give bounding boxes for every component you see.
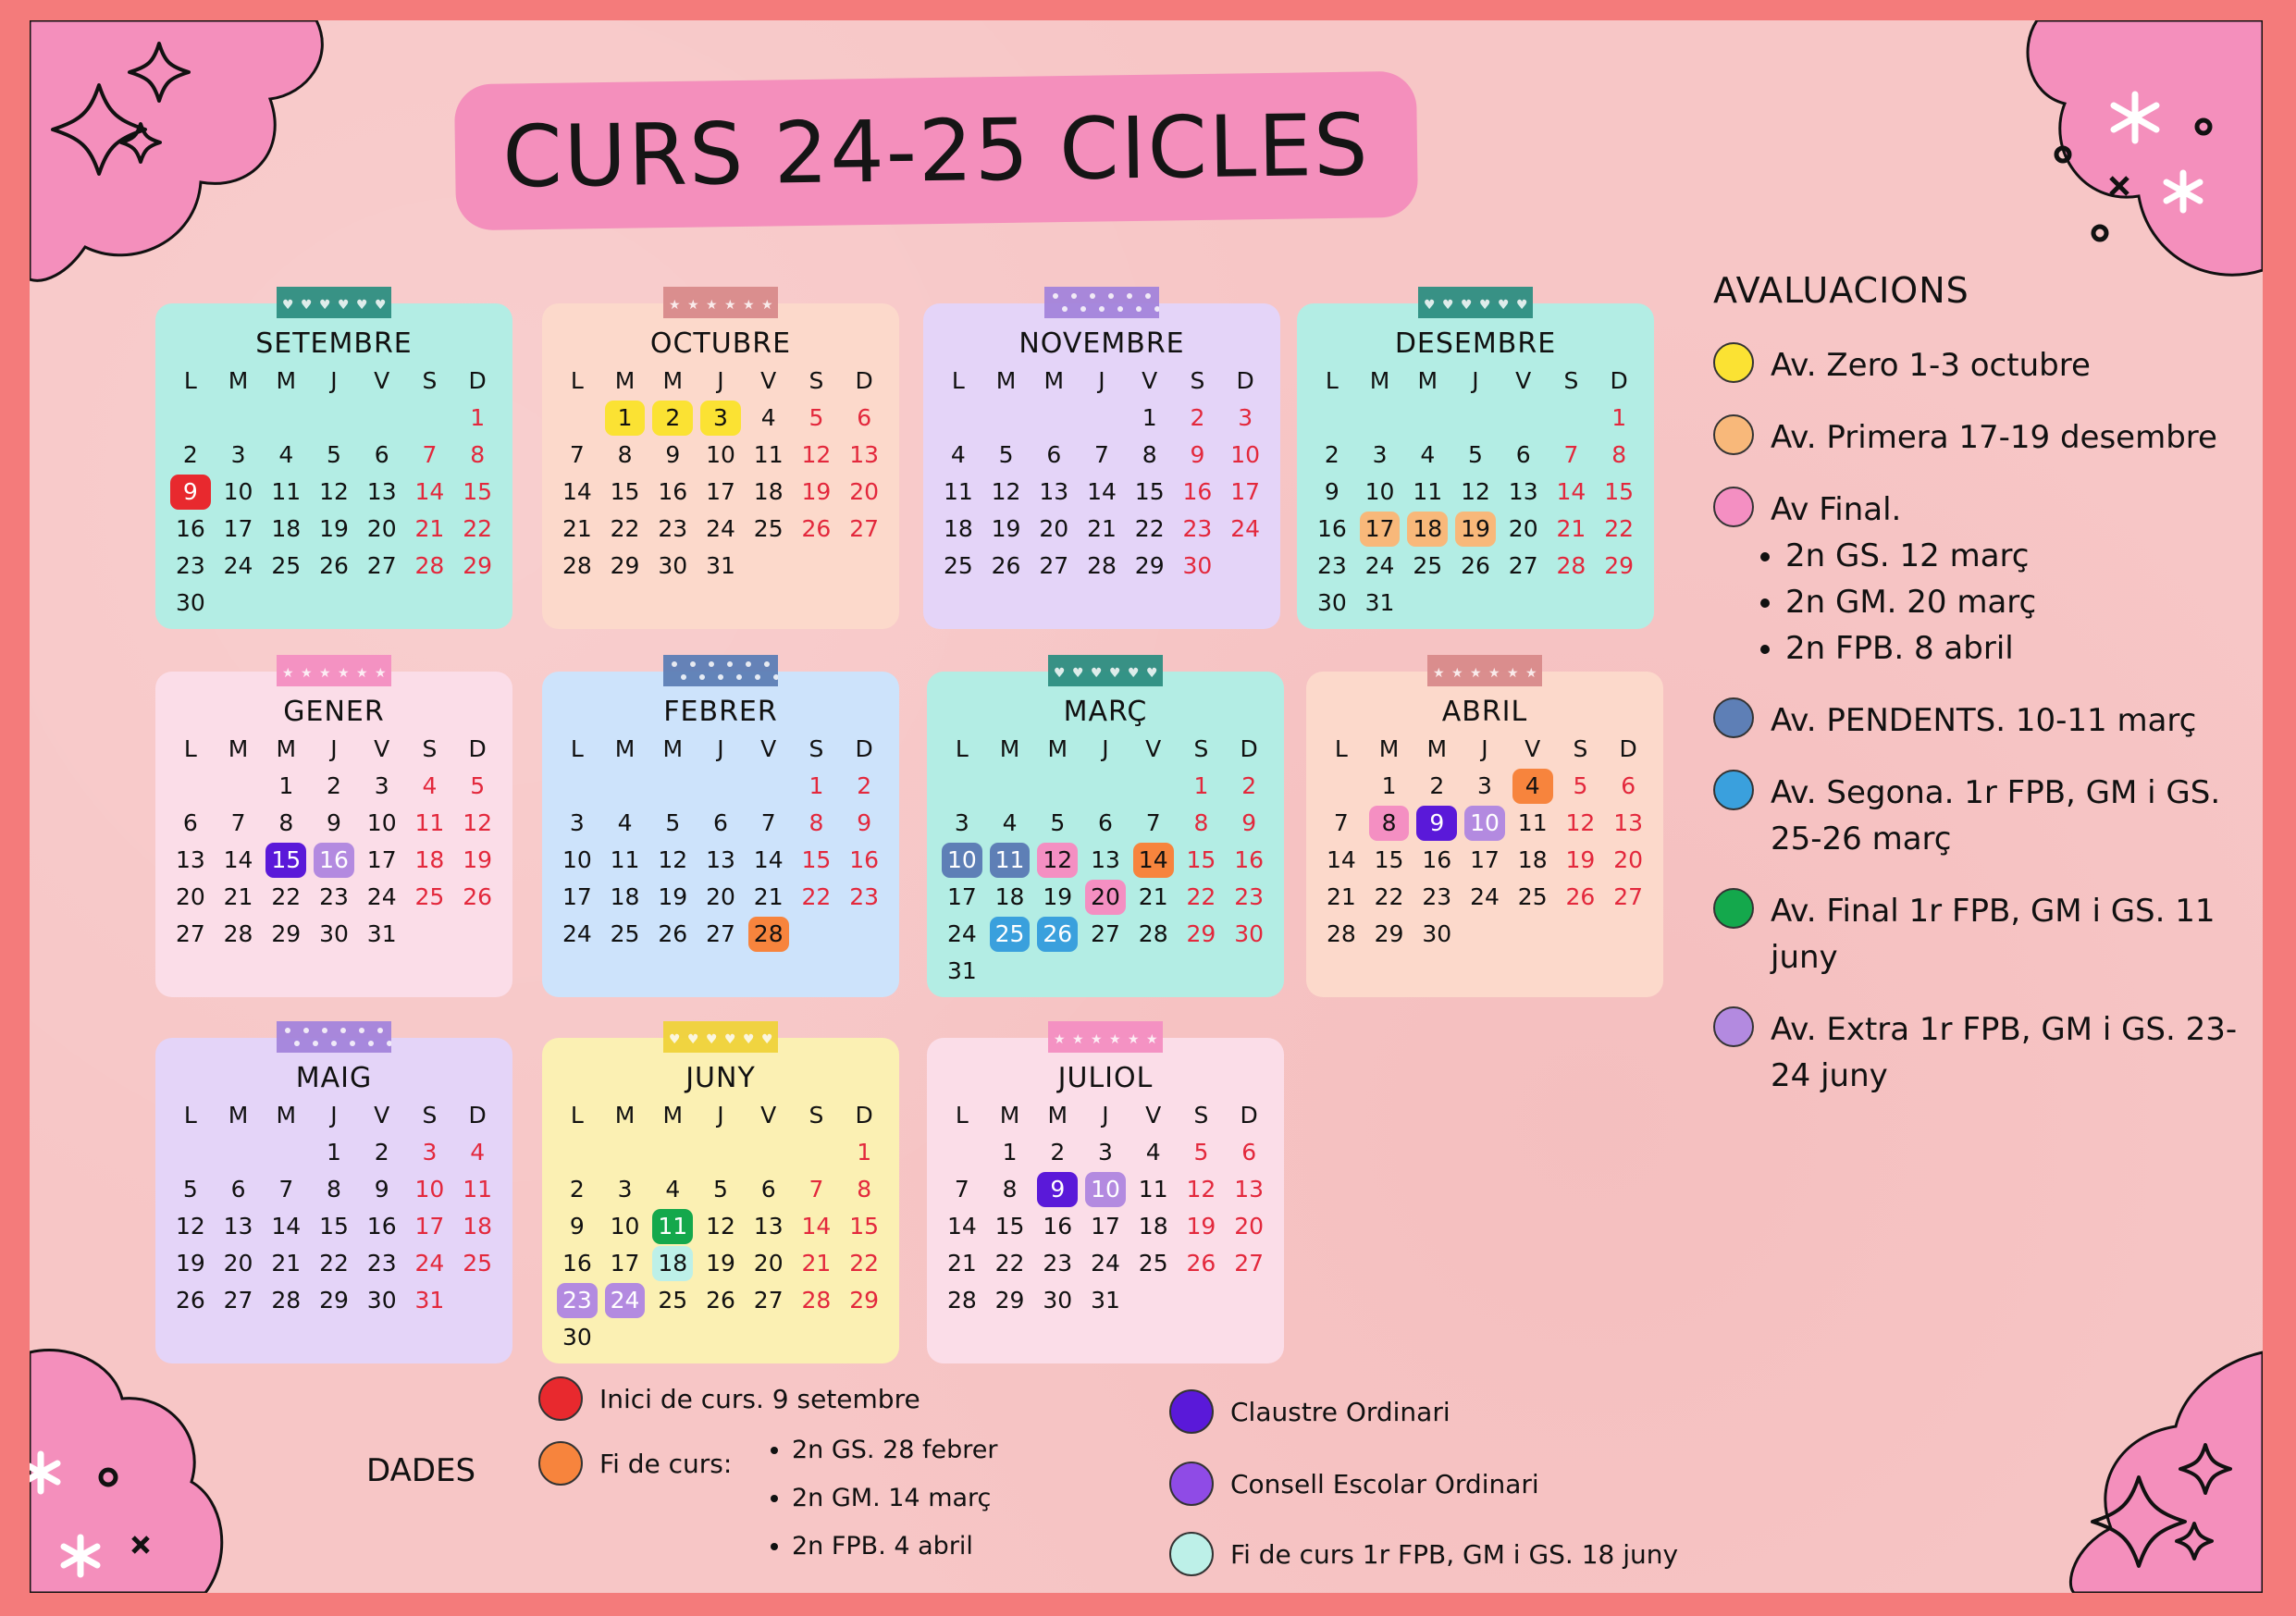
legend-inici-text: Inici de curs. 9 setembre — [599, 1383, 920, 1414]
dark-purple-dot-icon — [1169, 1389, 1214, 1434]
legend-claustre-text: Claustre Ordinari — [1230, 1396, 1450, 1427]
legend-fi-curs-label: Fi de curs: — [599, 1448, 733, 1479]
legend-fi-1r-text: Fi de curs 1r FPB, GM i GS. 18 juny — [1230, 1538, 1679, 1570]
dades-label: DADES — [366, 1452, 476, 1489]
fi-curs-list: 2n GS. 28 febrer 2n GM. 14 març 2n FPB. … — [770, 1426, 998, 1571]
light-cyan-dot-icon — [1169, 1532, 1214, 1576]
legend-inici: Inici de curs. 9 setembre — [538, 1376, 920, 1421]
fi-curs-item: 2n GM. 14 març — [792, 1474, 998, 1523]
calendar-poster: CURS 24-25 CICLES ♥ ♥ ♥ ♥ ♥ ♥ SETEMBRE L M M J V S D 1… — [30, 20, 2263, 1593]
fi-curs-item: 2n FPB. 4 abril — [792, 1523, 998, 1571]
orange-dot-icon — [538, 1441, 583, 1486]
fi-curs-item: 2n GS. 28 febrer — [792, 1426, 998, 1474]
legend-consell: Consell Escolar Ordinari — [1169, 1462, 1539, 1506]
red-dot-icon — [538, 1376, 583, 1421]
legend-fi-curs: Fi de curs: — [538, 1441, 732, 1486]
dades-legend: DADES Inici de curs. 9 setembre Fi de cu… — [30, 20, 2263, 1593]
legend-claustre: Claustre Ordinari — [1169, 1389, 1450, 1434]
legend-consell-text: Consell Escolar Ordinari — [1230, 1468, 1539, 1499]
legend-fi-1r: Fi de curs 1r FPB, GM i GS. 18 juny — [1169, 1532, 1678, 1576]
violet-dot-icon — [1169, 1462, 1214, 1506]
